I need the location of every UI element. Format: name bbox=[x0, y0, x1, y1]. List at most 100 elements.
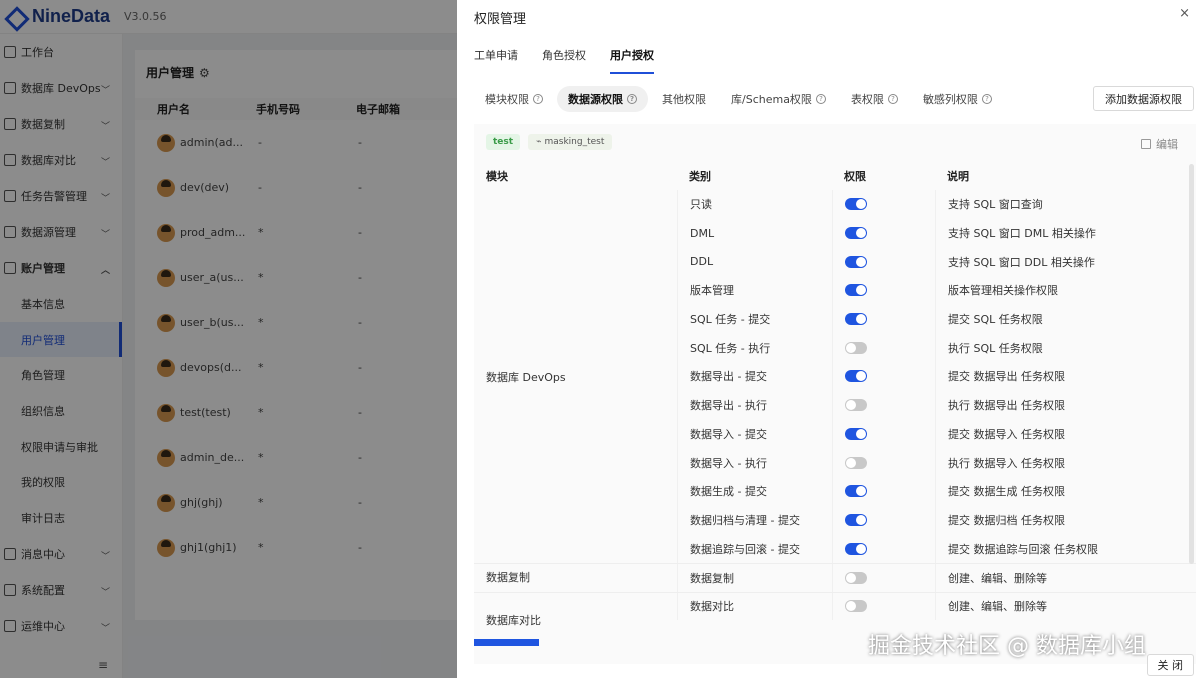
help-icon[interactable]: ? bbox=[981, 94, 992, 104]
category-cell: 数据归档与清理 - 提交 bbox=[677, 505, 832, 535]
permission-cell bbox=[832, 276, 935, 305]
module-cell: 数据复制 bbox=[486, 571, 530, 585]
permission-cell bbox=[832, 476, 935, 506]
permission-subtabs: 模块权限? 数据源权限? 其他权限 库/Schema权限? 表权限? 敏感列权限? bbox=[474, 86, 1006, 112]
subtab-label: 其他权限 bbox=[662, 93, 706, 106]
permission-cell bbox=[832, 362, 935, 391]
datasource-permission-panel: test ⌁ masking_test 编辑 模块 类别 权限 说明 只读支持 … bbox=[474, 124, 1196, 664]
permission-cell bbox=[832, 390, 935, 420]
permission-toggle[interactable] bbox=[845, 427, 867, 440]
datasource-header: test ⌁ masking_test 编辑 bbox=[474, 124, 1196, 160]
permission-toggle[interactable] bbox=[845, 542, 867, 555]
category-cell: SQL 任务 - 执行 bbox=[677, 333, 832, 363]
edit-button[interactable]: 编辑 bbox=[1141, 136, 1178, 152]
description-cell: 执行 数据导出 任务权限 bbox=[935, 390, 1196, 420]
category-cell: 版本管理 bbox=[677, 276, 832, 305]
permission-toggle[interactable] bbox=[845, 600, 867, 613]
category-cell: 只读 bbox=[677, 190, 832, 219]
description-cell: 执行 数据导入 任务权限 bbox=[935, 448, 1196, 477]
description-cell: 创建、编辑、删除等 bbox=[935, 592, 1196, 621]
subtab-0[interactable]: 模块权限? bbox=[474, 86, 554, 112]
category-cell: 数据对比 bbox=[677, 592, 832, 621]
permission-toggle[interactable] bbox=[845, 313, 867, 326]
scrollbar-thumb[interactable] bbox=[1189, 164, 1194, 564]
permission-toggle[interactable] bbox=[845, 399, 867, 412]
help-icon[interactable]: ? bbox=[887, 94, 898, 104]
permission-table: 模块 类别 权限 说明 只读 支持 SQL 窗口查询 DML 支持 SQL 窗口 DM… bbox=[474, 162, 1196, 627]
env-tag: test bbox=[486, 134, 521, 150]
description-cell: 提交 数据导出 任务权限 bbox=[935, 362, 1196, 391]
close-button[interactable]: 关 闭 bbox=[1146, 654, 1194, 676]
add-datasource-permission-button[interactable]: 添加数据源权限 bbox=[1093, 86, 1194, 111]
permission-toggle[interactable] bbox=[845, 198, 867, 211]
subtab-3[interactable]: 库/Schema权限? bbox=[720, 86, 837, 112]
permission-cell bbox=[832, 247, 935, 277]
category-cell: 数据导出 - 提交 bbox=[677, 362, 832, 391]
permission-toggle[interactable] bbox=[845, 513, 867, 526]
category-cell: 数据生成 - 提交 bbox=[677, 476, 832, 506]
category-cell: 数据导入 - 提交 bbox=[677, 419, 832, 449]
description-cell: 执行 SQL 任务权限 bbox=[935, 333, 1196, 363]
permission-toggle[interactable] bbox=[845, 485, 867, 498]
permission-toggle[interactable] bbox=[845, 370, 867, 383]
tab-1[interactable]: 角色授权 bbox=[542, 47, 586, 74]
datasource-tag: ⌁ masking_test bbox=[528, 134, 613, 150]
category-cell: 数据复制 bbox=[677, 563, 832, 592]
tab-2[interactable]: 用户授权 bbox=[610, 47, 654, 74]
help-icon[interactable]: ? bbox=[627, 94, 637, 104]
description-cell: 提交 数据归档 任务权限 bbox=[935, 505, 1196, 535]
category-cell: 数据追踪与回滚 - 提交 bbox=[677, 534, 832, 563]
permission-cell bbox=[832, 419, 935, 449]
category-cell: DDL bbox=[677, 247, 832, 277]
permission-cell bbox=[832, 190, 935, 219]
permission-toggle[interactable] bbox=[845, 284, 867, 297]
permission-cell bbox=[832, 218, 935, 248]
permission-toggle[interactable] bbox=[845, 255, 867, 268]
module-cell: 数据库 DevOps bbox=[486, 370, 566, 384]
column-header-module: 模块 bbox=[486, 170, 508, 183]
column-header-description: 说明 bbox=[947, 170, 969, 183]
description-cell: 提交 数据追踪与回滚 任务权限 bbox=[935, 534, 1196, 563]
drawer-tabs: 工单申请 角色授权 用户授权 bbox=[474, 47, 678, 74]
watermark-text: 掘金技术社区 @ 数据库小组 bbox=[868, 634, 1146, 659]
column-header-permission: 权限 bbox=[844, 170, 866, 183]
description-cell: 支持 SQL 窗口 DML 相关操作 bbox=[935, 218, 1196, 248]
category-cell: 数据导出 - 执行 bbox=[677, 390, 832, 420]
permission-drawer: 权限管理 × 工单申请 角色授权 用户授权 模块权限? 数据源权限? 其他权限 库/Sch… bbox=[457, 0, 1200, 678]
subtab-label: 模块权限 bbox=[485, 93, 529, 106]
permission-cell bbox=[832, 333, 935, 363]
subtab-label: 敏感列权限 bbox=[922, 93, 978, 106]
subtab-5[interactable]: 敏感列权限? bbox=[912, 86, 1003, 112]
permission-toggle[interactable] bbox=[845, 571, 867, 584]
category-cell: DML bbox=[677, 218, 832, 248]
permission-cell bbox=[832, 592, 935, 621]
help-icon[interactable]: ? bbox=[533, 94, 543, 104]
datasource-plug-icon: ⌁ bbox=[536, 137, 542, 147]
edit-label: 编辑 bbox=[1156, 138, 1178, 151]
permission-toggle[interactable] bbox=[845, 341, 867, 354]
help-icon[interactable]: ? bbox=[815, 94, 826, 104]
close-icon[interactable]: × bbox=[1179, 6, 1190, 21]
edit-icon bbox=[1141, 139, 1151, 149]
permission-table-body: 只读 支持 SQL 窗口查询 DML 支持 SQL 窗口 DML 相关操作 DDL 支持 … bbox=[474, 190, 1196, 627]
description-cell: 支持 SQL 窗口查询 bbox=[935, 190, 1196, 219]
subtab-label: 数据源权限 bbox=[568, 93, 623, 106]
permission-cell bbox=[832, 505, 935, 535]
datasource-name: masking_test bbox=[544, 137, 605, 147]
subtab-1[interactable]: 数据源权限? bbox=[557, 86, 648, 112]
description-cell: 创建、编辑、删除等 bbox=[935, 563, 1196, 592]
progress-indicator bbox=[474, 639, 539, 646]
permission-toggle[interactable] bbox=[845, 227, 867, 240]
category-cell: 数据导入 - 执行 bbox=[677, 448, 832, 477]
permission-toggle[interactable] bbox=[845, 456, 867, 469]
subtab-4[interactable]: 表权限? bbox=[840, 86, 909, 112]
subtab-label: 库/Schema权限 bbox=[731, 93, 812, 106]
category-cell: SQL 任务 - 提交 bbox=[677, 304, 832, 334]
drawer-title: 权限管理 bbox=[474, 12, 527, 27]
permission-cell bbox=[832, 563, 935, 592]
tab-0[interactable]: 工单申请 bbox=[474, 47, 518, 74]
permission-cell bbox=[832, 534, 935, 563]
column-header-category: 类别 bbox=[689, 170, 711, 183]
subtab-2[interactable]: 其他权限 bbox=[651, 86, 717, 112]
subtab-label: 表权限 bbox=[850, 93, 884, 106]
